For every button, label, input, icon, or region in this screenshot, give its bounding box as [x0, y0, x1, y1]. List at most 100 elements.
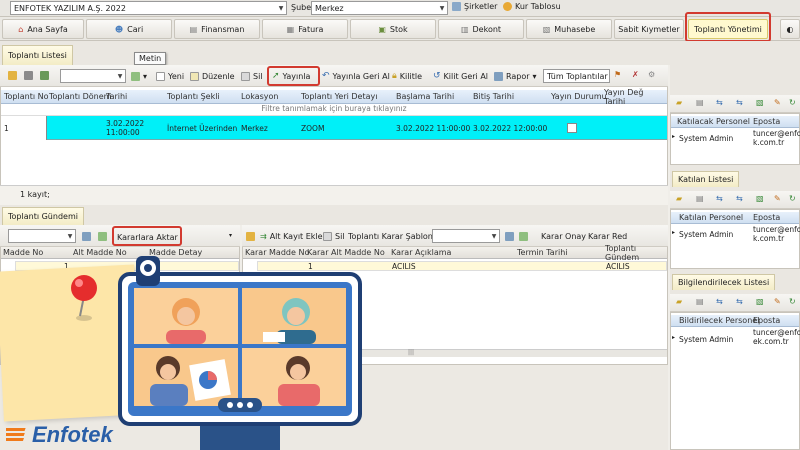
import-icon[interactable]: ⇆ [716, 297, 723, 306]
rapor-button[interactable]: Rapor ▾ [494, 69, 537, 83]
column-header[interactable]: Başlama Tarihi [396, 92, 454, 101]
folder-icon[interactable] [8, 71, 17, 80]
edit-icon[interactable]: ✎ [774, 98, 781, 107]
column-header[interactable]: Toplantı No [4, 92, 48, 101]
tab-more[interactable]: ◐ [780, 19, 800, 39]
edit-icon[interactable]: ✎ [774, 194, 781, 203]
tab-stok[interactable]: ▣ Stok [350, 19, 436, 39]
folder-icon[interactable]: ▰ [676, 194, 682, 203]
tab-toplanti-gundemi[interactable]: Toplantı Gündemi [2, 207, 84, 225]
tab-ana-sayfa[interactable]: ⌂ Ana Sayfa [2, 19, 84, 39]
tab-bilgilendirilecek-listesi[interactable]: Bilgilendirilecek Listesi [672, 274, 776, 290]
tab-dekont[interactable]: ▥ Dekont [438, 19, 524, 39]
duzenle-button[interactable]: Düzenle [190, 69, 235, 83]
column-header[interactable]: Eposta [753, 213, 780, 222]
column-header[interactable]: Bildirilecek Personel [679, 316, 759, 325]
sube-select[interactable]: Merkez ▼ [311, 1, 448, 15]
folder-icon[interactable]: ▰ [676, 297, 682, 306]
kur-tablosu-button[interactable]: Kur Tablosu [503, 2, 561, 11]
company-select[interactable]: ENFOTEK YAZILIM A.Ş. 2022 ▼ [10, 1, 287, 15]
export-icon[interactable]: ⇆ [736, 297, 743, 306]
tab-toplanti-listesi[interactable]: Toplantı Listesi [2, 45, 73, 65]
column-header[interactable]: Toplantı Gündem [605, 244, 667, 262]
chevron-down-icon[interactable]: ▼ [115, 70, 125, 82]
publish-checkbox[interactable] [567, 123, 577, 133]
filter-row[interactable]: Filtre tanımlamak için buraya tıklayınız [1, 104, 667, 116]
kilit-geri-al-button[interactable]: ↺ Kilit Geri Al [433, 69, 488, 83]
import-icon[interactable]: ⇆ [716, 194, 723, 203]
refresh-icon[interactable]: ↻ [789, 98, 796, 107]
yeni-button[interactable]: Yeni [156, 69, 184, 83]
karar-sablon-button[interactable]: Toplantı Karar Şablon [348, 229, 433, 243]
column-header[interactable]: Eposta [753, 316, 780, 325]
column-header[interactable]: Bitiş Tarihi [473, 92, 514, 101]
column-header[interactable]: Termin Tarihi [517, 248, 568, 257]
print-icon[interactable]: ▤ [696, 194, 704, 203]
edit-icon[interactable]: ✎ [774, 297, 781, 306]
refresh-icon[interactable]: ↻ [789, 297, 796, 306]
chevron-down-icon[interactable]: ▼ [276, 2, 286, 14]
karar-red-button[interactable]: Karar Red [588, 229, 627, 243]
tab-sabit-kiymetler[interactable]: Sabit Kıymetler [614, 19, 684, 39]
highlight-box [112, 226, 182, 246]
layout-select[interactable]: ▼ [60, 69, 126, 83]
export-icon[interactable] [40, 71, 49, 80]
karar-sil-button[interactable]: Sil [323, 229, 345, 243]
folder-icon[interactable] [246, 232, 255, 241]
export-icon[interactable]: ⇆ [736, 98, 743, 107]
column-header[interactable]: Toplantı Yeri Detayı [301, 92, 377, 101]
katilan-header: Katılan Personel Eposta [671, 212, 799, 224]
tab-muhasebe[interactable]: ▧ Muhasebe [526, 19, 612, 39]
column-header[interactable]: Yayın Değ Tarihi [604, 88, 667, 106]
tab-katilan-listesi[interactable]: Katılan Listesi [672, 171, 740, 187]
column-header[interactable]: Katılan Personel [679, 213, 743, 222]
tab-cari[interactable]: ☻ Cari [86, 19, 172, 39]
column-header[interactable]: Madde No [3, 248, 43, 257]
column-header[interactable]: Yayın Durumu [551, 92, 607, 101]
cell-email: tuncer@enfot [753, 328, 800, 337]
column-header[interactable]: Lokasyon [241, 92, 278, 101]
bilgi-grid: Bildirilecek Personel Eposta ▸ System Ad… [670, 312, 800, 450]
kilitle-button[interactable]: 🔒︎ Kilitle [392, 69, 422, 83]
refresh-icon[interactable]: ↻ [789, 194, 796, 203]
button-label: Kilit Geri Al [443, 71, 489, 81]
sil-button[interactable]: Sil [241, 69, 263, 83]
layout-icon[interactable] [519, 232, 528, 241]
column-header[interactable]: Toplantı Dönem [49, 92, 111, 101]
table-row[interactable]: 1 3.02.2022 11:00:00 İnternet Üzerinden … [1, 116, 667, 140]
karar-onay-button[interactable]: Karar Onay [541, 229, 586, 243]
tab-fatura[interactable]: ▦ Fatura [262, 19, 348, 39]
tools-icon[interactable]: ⚙ [648, 70, 655, 79]
image-icon[interactable]: ▧ [756, 98, 764, 107]
karar-select[interactable]: ▼ [432, 229, 500, 243]
clear-filter-icon[interactable]: ✗ [632, 70, 639, 79]
print-icon[interactable] [24, 71, 33, 80]
print-icon[interactable]: ▤ [696, 297, 704, 306]
yayinla-geri-al-button[interactable]: ↶ Yayınla Geri Al [322, 69, 390, 83]
collapse-icon[interactable]: ▾ [229, 232, 232, 239]
image-icon[interactable]: ▧ [756, 194, 764, 203]
view-options-button[interactable]: ▾ [131, 69, 147, 83]
gundem-select[interactable]: ▼ [8, 229, 76, 243]
export-icon[interactable]: ⇆ [736, 194, 743, 203]
filter-select[interactable]: Tüm Toplantılar [543, 69, 610, 83]
column-header[interactable]: Eposta [753, 117, 780, 126]
column-header[interactable]: Toplantı Şekli [167, 92, 220, 101]
column-header[interactable]: Karar Açıklama [391, 248, 451, 257]
chevron-down-icon[interactable]: ▼ [489, 230, 499, 242]
grid-icon[interactable] [505, 232, 514, 241]
chevron-down-icon[interactable]: ▼ [65, 230, 75, 242]
grid-icon[interactable] [82, 232, 91, 241]
apply-filter-icon[interactable]: ⚑ [614, 70, 621, 79]
import-icon[interactable]: ⇆ [716, 98, 723, 107]
image-icon[interactable]: ▧ [756, 297, 764, 306]
tab-finansman[interactable]: ▤ Finansman [174, 19, 260, 39]
chevron-down-icon[interactable]: ▼ [437, 2, 447, 14]
column-header[interactable]: Tarihi [106, 92, 127, 101]
layout-icon[interactable] [98, 232, 107, 241]
folder-icon[interactable]: ▰ [676, 98, 682, 107]
print-icon[interactable]: ▤ [696, 98, 704, 107]
alt-kayit-ekle-button[interactable]: ⇉ Alt Kayıt Ekle [260, 229, 323, 243]
sirketler-button[interactable]: Şirketler [452, 2, 497, 11]
column-header[interactable]: Katılacak Personel [677, 117, 750, 126]
